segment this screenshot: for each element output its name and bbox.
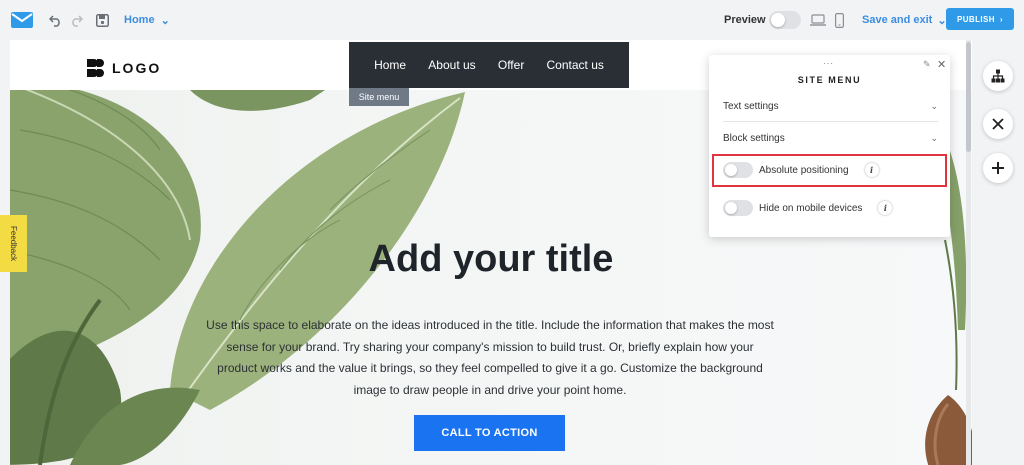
- logo-text: LOGO: [112, 60, 162, 76]
- chevron-right-icon: ›: [999, 14, 1003, 24]
- block-settings-accordion[interactable]: Block settings ⌄: [723, 123, 938, 153]
- desktop-view-icon[interactable]: [808, 0, 828, 40]
- chevron-down-icon: ⌄: [930, 101, 938, 111]
- highlight-box: [712, 154, 947, 187]
- nav-item-contact-us[interactable]: Contact us: [547, 58, 604, 72]
- save-and-exit-button[interactable]: Save and exit ⌄: [862, 0, 947, 40]
- nav-item-home[interactable]: Home: [374, 58, 406, 72]
- save-icon[interactable]: [94, 0, 110, 40]
- block-settings-label: Block settings: [723, 132, 785, 144]
- envelope-logo-icon[interactable]: [10, 0, 34, 40]
- preview-label: Preview: [724, 14, 766, 26]
- close-icon[interactable]: ✕: [937, 58, 946, 71]
- hide-on-mobile-toggle[interactable]: [723, 200, 753, 216]
- canvas-scroll-thumb[interactable]: [966, 42, 971, 152]
- hero-body-text[interactable]: Use this space to elaborate on the ideas…: [205, 315, 775, 401]
- feedback-tab[interactable]: Feedback: [0, 215, 27, 272]
- info-icon[interactable]: i: [878, 201, 893, 215]
- logo-mark-icon: [87, 59, 104, 77]
- drag-handle-icon[interactable]: ···: [823, 59, 834, 68]
- sitemap-icon: [991, 69, 1005, 83]
- undo-icon[interactable]: [48, 0, 64, 40]
- top-toolbar: Home ⌄ Preview Save and exit ⌄ PUBLISH ›: [0, 0, 1024, 40]
- close-icon: [992, 118, 1004, 130]
- site-menu-settings-panel: ··· ✎ ✕ SITE MENU Text settings ⌄ Block …: [709, 55, 950, 237]
- site-menu-tag: Site menu: [349, 88, 409, 106]
- site-menu-nav[interactable]: Home About us Offer Contact us: [349, 42, 629, 88]
- hide-mobile-option: Hide on mobile devices i: [723, 196, 943, 220]
- panel-title: SITE MENU: [797, 75, 862, 85]
- publish-label: PUBLISH: [957, 14, 995, 24]
- page-select[interactable]: Home ⌄: [124, 0, 170, 40]
- hide-on-mobile-label: Hide on mobile devices: [759, 202, 863, 214]
- page-select-label: Home: [124, 14, 155, 26]
- text-settings-label: Text settings: [723, 101, 779, 112]
- pin-icon[interactable]: ✎: [923, 59, 931, 70]
- close-editor-button[interactable]: [983, 109, 1013, 139]
- chevron-down-icon: ⌄: [160, 14, 170, 27]
- add-block-button[interactable]: [983, 153, 1013, 183]
- vase-image: [925, 395, 972, 465]
- call-to-action-button[interactable]: CALL TO ACTION: [414, 415, 565, 451]
- site-logo[interactable]: LOGO: [86, 58, 161, 78]
- feedback-label: Feedback: [9, 225, 18, 262]
- redo-icon[interactable]: [68, 0, 84, 40]
- sitemap-button[interactable]: [983, 61, 1013, 91]
- nav-item-about-us[interactable]: About us: [428, 58, 475, 72]
- publish-button[interactable]: PUBLISH ›: [946, 8, 1014, 30]
- nav-item-offer[interactable]: Offer: [498, 58, 524, 72]
- text-settings-accordion[interactable]: Text settings ⌄: [723, 92, 938, 122]
- plus-icon: [992, 162, 1004, 174]
- hero-title[interactable]: Add your title: [10, 238, 972, 281]
- chevron-down-icon: ⌄: [930, 132, 938, 143]
- mobile-view-icon[interactable]: [833, 0, 845, 40]
- save-and-exit-label: Save and exit: [862, 14, 933, 26]
- preview-toggle[interactable]: [768, 0, 802, 40]
